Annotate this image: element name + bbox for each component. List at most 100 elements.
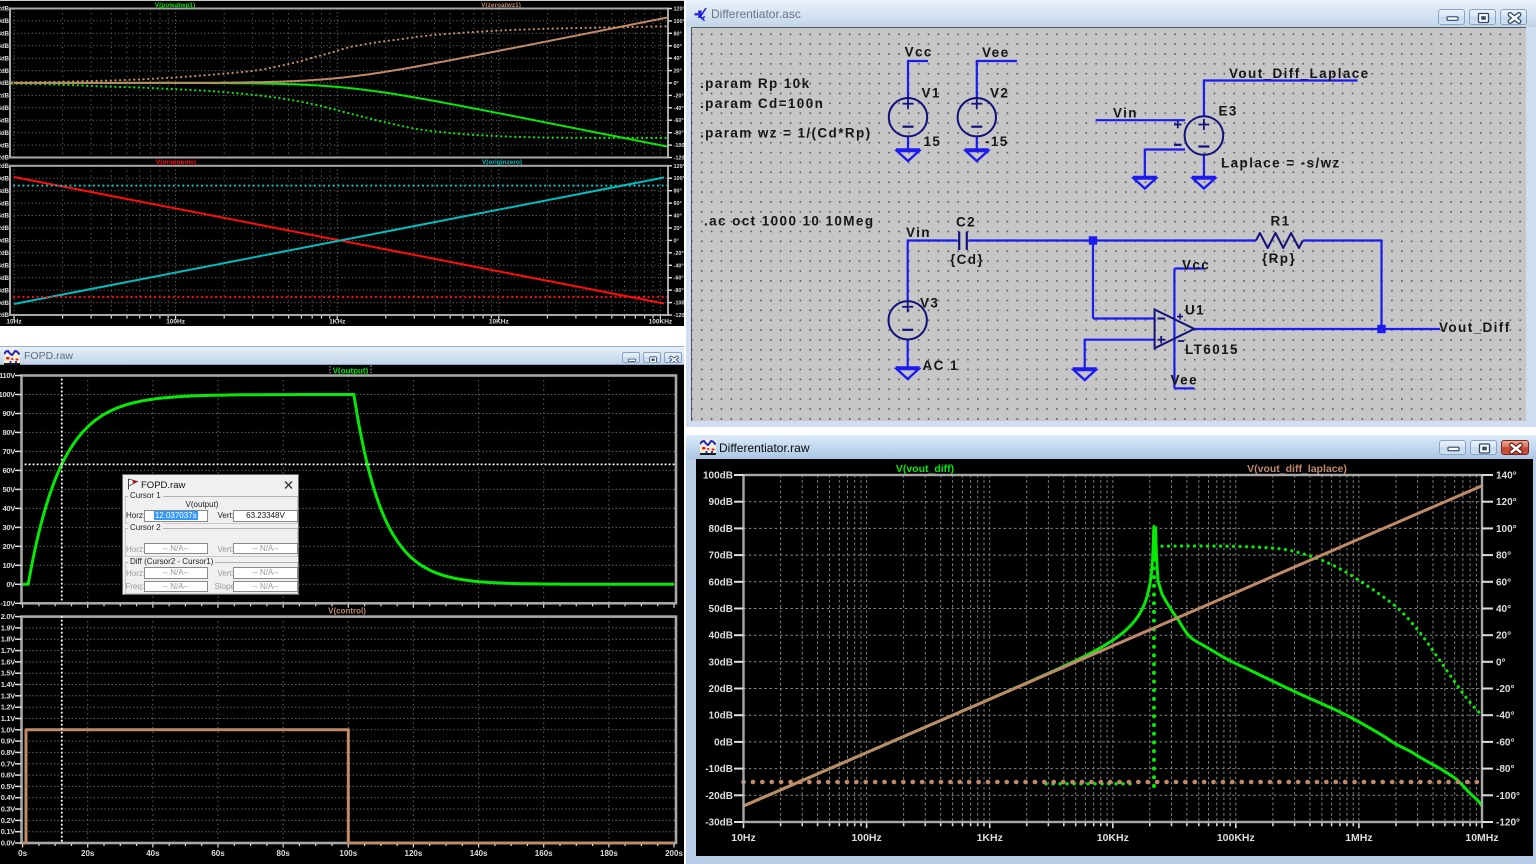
svg-text:100Hz: 100Hz	[166, 319, 186, 326]
svg-text:30V: 30V	[3, 523, 16, 532]
svg-text:40°: 40°	[674, 214, 682, 220]
svg-text:-60°: -60°	[674, 118, 684, 124]
svg-text:40dB: 40dB	[709, 631, 733, 642]
svg-text:4dB: 4dB	[0, 214, 10, 220]
svg-text:-30dB: -30dB	[705, 818, 733, 829]
svg-text:-20°: -20°	[674, 93, 684, 99]
svg-text:2dB: 2dB	[0, 69, 10, 75]
svg-text:LT6015: LT6015	[1185, 342, 1239, 357]
svg-text:80s: 80s	[277, 849, 291, 858]
svg-text:80dB: 80dB	[709, 524, 733, 535]
svg-text:80°: 80°	[674, 189, 682, 195]
svg-text:AC 1: AC 1	[923, 358, 959, 373]
svg-text:4dB: 4dB	[0, 56, 10, 62]
svg-text:-10dB: -10dB	[705, 764, 733, 775]
svg-text:10Hz: 10Hz	[731, 832, 756, 844]
svg-text:-80°: -80°	[1496, 764, 1514, 775]
svg-text:0.8V: 0.8V	[1, 748, 16, 757]
svg-text:0.3V: 0.3V	[1, 805, 16, 814]
svg-text:-20dB: -20dB	[705, 791, 733, 802]
svg-text:Vcc: Vcc	[1182, 258, 1210, 273]
svg-text:0°: 0°	[674, 238, 679, 244]
svg-text:140°: 140°	[1496, 471, 1517, 482]
svg-text:0°: 0°	[1496, 657, 1506, 668]
svg-text:-40°: -40°	[674, 106, 684, 112]
svg-text:110V: 110V	[0, 371, 15, 380]
svg-text:90dB: 90dB	[709, 497, 733, 508]
svg-text:60°: 60°	[1496, 577, 1511, 588]
svg-text:80°: 80°	[1496, 551, 1511, 562]
svg-text:20°: 20°	[674, 226, 682, 232]
svg-text:V(poleatwp1): V(poleatwp1)	[155, 2, 195, 9]
svg-text:Laplace = -s/wz: Laplace = -s/wz	[1221, 156, 1341, 171]
svg-text:1KHz: 1KHz	[977, 832, 1003, 844]
svg-text:-40°: -40°	[1496, 711, 1514, 722]
svg-text:0.5V: 0.5V	[1, 782, 16, 791]
svg-text:15: 15	[924, 134, 942, 149]
svg-text:-4dB: -4dB	[0, 264, 10, 270]
svg-text:12dB: 12dB	[0, 164, 10, 170]
svg-text:0.0V: 0.0V	[1, 839, 16, 848]
svg-text:2.0V: 2.0V	[1, 612, 16, 621]
svg-text:0dB: 0dB	[0, 239, 10, 245]
svg-text:12dB: 12dB	[0, 7, 10, 13]
svg-text:20°: 20°	[1496, 631, 1511, 642]
svg-text:60dB: 60dB	[709, 577, 733, 588]
svg-text:100KHz: 100KHz	[1217, 832, 1255, 844]
svg-text:V3: V3	[920, 296, 939, 311]
svg-text:100V: 100V	[0, 390, 15, 399]
svg-text:50V: 50V	[3, 485, 16, 494]
svg-text:0.7V: 0.7V	[1, 759, 16, 768]
svg-text:40s: 40s	[146, 849, 160, 858]
svg-text:.param Cd=100n: .param Cd=100n	[700, 96, 824, 111]
svg-text:-60°: -60°	[1496, 737, 1514, 748]
svg-text:1.7V: 1.7V	[1, 646, 16, 655]
svg-text:1.2V: 1.2V	[1, 703, 16, 712]
svg-text:-80°: -80°	[674, 131, 684, 137]
svg-text:10dB: 10dB	[709, 711, 733, 722]
svg-text:-80°: -80°	[674, 288, 684, 294]
svg-text:V(originpole): V(originpole)	[156, 159, 196, 166]
svg-text:20°: 20°	[674, 69, 682, 75]
svg-text:100dB: 100dB	[703, 471, 733, 482]
svg-text:160s: 160s	[535, 849, 553, 858]
svg-text:V(control): V(control)	[328, 607, 366, 616]
svg-text:0.1V: 0.1V	[1, 827, 16, 836]
svg-text:10Hz: 10Hz	[6, 319, 22, 326]
svg-text:-120°: -120°	[674, 313, 685, 319]
svg-text:-10dB: -10dB	[0, 143, 10, 149]
svg-text:10KHz: 10KHz	[489, 319, 510, 326]
svg-text:V(originzero): V(originzero)	[482, 159, 522, 166]
svg-text:-10V: -10V	[0, 599, 15, 608]
svg-text:70dB: 70dB	[709, 551, 733, 562]
svg-text:V1: V1	[922, 86, 941, 101]
svg-text:1KHz: 1KHz	[329, 319, 346, 326]
svg-text:20V: 20V	[3, 542, 16, 551]
svg-text:-120°: -120°	[674, 156, 685, 162]
svg-text:10V: 10V	[3, 561, 16, 570]
svg-text:0dB: 0dB	[714, 737, 733, 748]
svg-text:.param Rp 10k: .param Rp 10k	[700, 76, 811, 91]
svg-text:1.5V: 1.5V	[1, 669, 16, 678]
svg-text:40V: 40V	[3, 504, 16, 513]
svg-text:30dB: 30dB	[709, 657, 733, 668]
svg-text:120°: 120°	[674, 7, 685, 13]
svg-text:V(vout_diff_laplace): V(vout_diff_laplace)	[1247, 463, 1347, 475]
svg-text:60°: 60°	[674, 201, 682, 207]
svg-text:50dB: 50dB	[709, 604, 733, 615]
svg-text:60V: 60V	[3, 466, 16, 475]
svg-text:-6dB: -6dB	[0, 119, 10, 125]
svg-text:100KHz: 100KHz	[649, 319, 673, 326]
svg-text:0V: 0V	[6, 580, 15, 589]
svg-text:2dB: 2dB	[0, 226, 10, 232]
svg-text:-40°: -40°	[674, 263, 684, 269]
svg-text:40°: 40°	[1496, 604, 1511, 615]
svg-text:.ac oct 1000 10 10Meg: .ac oct 1000 10 10Meg	[704, 214, 874, 229]
svg-text:-8dB: -8dB	[0, 131, 10, 137]
svg-text:80°: 80°	[674, 31, 682, 37]
svg-text:-15: -15	[985, 134, 1009, 149]
svg-text:Vin: Vin	[906, 225, 931, 240]
svg-text:6dB: 6dB	[0, 201, 10, 207]
svg-text:100°: 100°	[674, 176, 685, 182]
svg-text:100s: 100s	[339, 849, 357, 858]
